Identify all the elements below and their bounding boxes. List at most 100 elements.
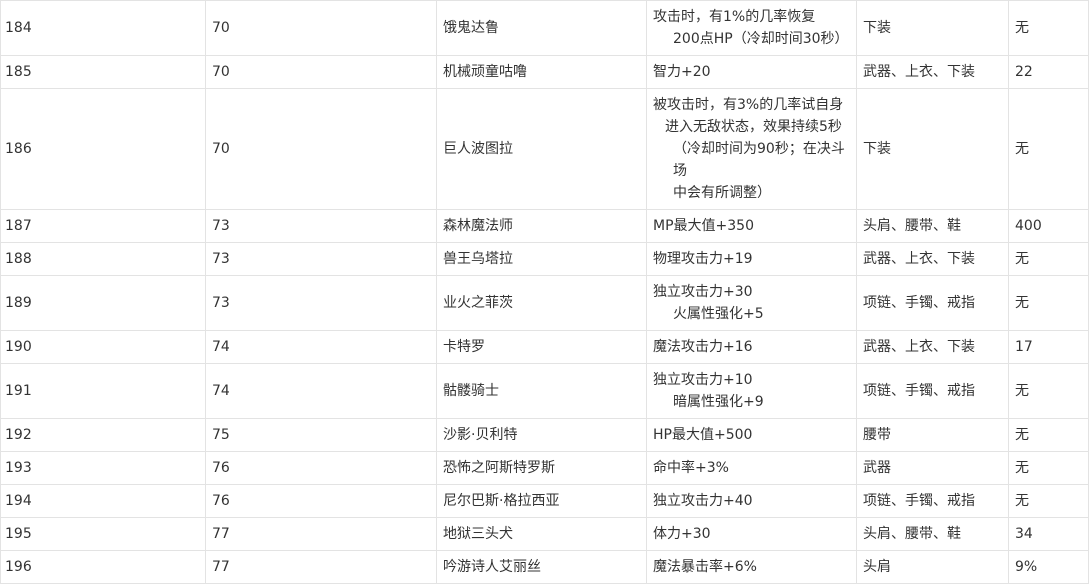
cell-level: 76 [205,451,437,485]
cell-slots: 头肩、腰带、鞋 [856,517,1009,551]
cell-effect: 智力+20 [646,55,857,89]
cell-level: 75 [205,418,437,452]
effect-line: 独立攻击力+40 [653,493,753,509]
cell-slots: 下装 [856,88,1009,210]
cell-card-name: 恐怖之阿斯特罗斯 [436,451,647,485]
cell-effect: 独立攻击力+10 暗属性强化+9 [646,363,857,419]
effect-line: 魔法攻击力+16 [653,339,753,355]
cell-card-name: 卡特罗 [436,330,647,364]
cell-extra: 无 [1008,363,1089,419]
table-row: 188 73 兽王乌塔拉 物理攻击力+19 武器、上衣、下装无 [0,242,1089,276]
cell-id: 193 [0,451,206,485]
cell-id: 195 [0,517,206,551]
cell-effect: MP最大值+350 [646,209,857,243]
cell-level: 74 [205,330,437,364]
cell-slots: 头肩 [856,550,1009,584]
cell-id: 185 [0,55,206,89]
effect-line: （冷却时间为90秒；在决斗场 [673,141,845,179]
cell-slots: 下装 [856,0,1009,56]
cell-extra: 无 [1008,275,1089,331]
cell-id: 188 [0,242,206,276]
table-row: 194 76 尼尔巴斯·格拉西亚 独立攻击力+40 项链、手镯、戒指无 [0,484,1089,518]
cell-level: 77 [205,550,437,584]
cell-card-name: 森林魔法师 [436,209,647,243]
cell-extra: 无 [1008,242,1089,276]
cell-card-name: 尼尔巴斯·格拉西亚 [436,484,647,518]
cell-slots: 武器、上衣、下装 [856,55,1009,89]
cell-card-name: 饿鬼达鲁 [436,0,647,56]
cell-id: 186 [0,88,206,210]
cell-effect: HP最大值+500 [646,418,857,452]
cell-extra: 17 [1008,330,1089,364]
table-body: 184 70 饿鬼达鲁 攻击时，有1%的几率恢复 200点HP（冷却时间30秒） 下装无 1… [0,0,1089,584]
cell-extra: 400 [1008,209,1089,243]
cell-extra: 无 [1008,451,1089,485]
effect-line: 被攻击时，有3%的几率试自身 [653,97,844,113]
effect-line: 200点HP（冷却时间30秒） [673,31,849,47]
cell-slots: 项链、手镯、戒指 [856,484,1009,518]
cell-slots: 武器、上衣、下装 [856,330,1009,364]
cell-level: 70 [205,55,437,89]
cell-id: 194 [0,484,206,518]
cell-extra: 9% [1008,550,1089,584]
effect-line: 中会有所调整） [673,185,771,201]
effect-line: 物理攻击力+19 [653,251,753,267]
effect-line: 体力+30 [653,526,711,542]
effect-line: 火属性强化+5 [673,306,764,322]
cell-id: 196 [0,550,206,584]
table-row: 192 75 沙影·贝利特 HP最大值+500 腰带无 [0,418,1089,452]
effect-line: HP最大值+500 [653,427,753,443]
cell-level: 77 [205,517,437,551]
table-row: 190 74 卡特罗 魔法攻击力+16 武器、上衣、下装 17 [0,330,1089,364]
cell-effect: 命中率+3% [646,451,857,485]
cell-id: 189 [0,275,206,331]
cell-effect: 体力+30 [646,517,857,551]
effect-line: 暗属性强化+9 [673,394,764,410]
effect-line: 智力+20 [653,64,711,80]
cell-level: 70 [205,88,437,210]
cell-slots: 项链、手镯、戒指 [856,363,1009,419]
cell-effect: 魔法攻击力+16 [646,330,857,364]
table-row: 191 74 骷髅骑士 独立攻击力+10 暗属性强化+9 项链、手镯、戒指无 [0,363,1089,419]
table-row: 195 77 地狱三头犬 体力+30 头肩、腰带、鞋 34 [0,517,1089,551]
cell-id: 184 [0,0,206,56]
cell-slots: 项链、手镯、戒指 [856,275,1009,331]
cell-card-name: 业火之菲茨 [436,275,647,331]
cell-level: 76 [205,484,437,518]
effect-line: 独立攻击力+10 [653,372,753,388]
cell-slots: 武器 [856,451,1009,485]
cell-level: 70 [205,0,437,56]
cell-id: 192 [0,418,206,452]
cell-card-name: 地狱三头犬 [436,517,647,551]
cell-extra: 无 [1008,484,1089,518]
cell-id: 187 [0,209,206,243]
cell-effect: 攻击时，有1%的几率恢复 200点HP（冷却时间30秒） [646,0,857,56]
cell-level: 73 [205,242,437,276]
cell-slots: 武器、上衣、下装 [856,242,1009,276]
effect-line: 命中率+3% [653,460,729,476]
cell-card-name: 吟游诗人艾丽丝 [436,550,647,584]
cell-card-name: 兽王乌塔拉 [436,242,647,276]
cell-extra: 无 [1008,0,1089,56]
cell-card-name: 巨人波图拉 [436,88,647,210]
cell-level: 74 [205,363,437,419]
cell-effect: 独立攻击力+30 火属性强化+5 [646,275,857,331]
table-row: 187 73 森林魔法师 MP最大值+350 头肩、腰带、鞋 400 [0,209,1089,243]
table-row: 189 73 业火之菲茨 独立攻击力+30 火属性强化+5 项链、手镯、戒指无 [0,275,1089,331]
cell-extra: 34 [1008,517,1089,551]
cell-level: 73 [205,209,437,243]
effect-line: MP最大值+350 [653,218,754,234]
cell-level: 73 [205,275,437,331]
effect-line: 独立攻击力+30 [653,284,753,300]
cell-id: 191 [0,363,206,419]
cell-extra: 无 [1008,88,1089,210]
cell-effect: 独立攻击力+40 [646,484,857,518]
cell-card-name: 骷髅骑士 [436,363,647,419]
effect-line: 攻击时，有1%的几率恢复 [653,9,816,25]
cell-extra: 22 [1008,55,1089,89]
cell-slots: 头肩、腰带、鞋 [856,209,1009,243]
cell-extra: 无 [1008,418,1089,452]
cell-effect: 魔法暴击率+6% [646,550,857,584]
cell-card-name: 沙影·贝利特 [436,418,647,452]
cell-card-name: 机械顽童咕噜 [436,55,647,89]
